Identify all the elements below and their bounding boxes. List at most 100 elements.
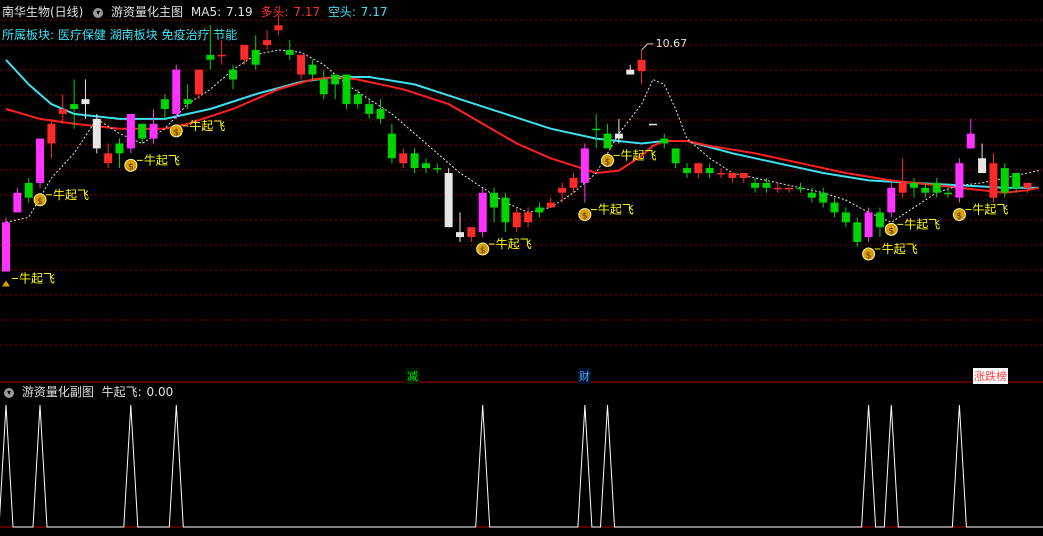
candle-body (81, 99, 90, 105)
candle-body (660, 138, 669, 144)
candle-body (399, 153, 408, 164)
money-bag-glyph: $ (605, 157, 611, 167)
tag-cai[interactable]: 财 (578, 368, 591, 384)
candle-body (558, 187, 567, 193)
signal-label: 牛起飞 (144, 152, 180, 167)
candle-body (864, 212, 873, 238)
candle-body (569, 177, 578, 188)
candle-body (319, 79, 328, 95)
candle-body (773, 187, 782, 190)
candle-body (648, 123, 657, 126)
signal-spike-line (0, 404, 1043, 528)
candle-body (70, 104, 79, 110)
candle-body (501, 197, 510, 223)
candle-body (887, 187, 896, 213)
candle-body (421, 163, 430, 169)
candle-body (444, 173, 453, 228)
candle-body (1012, 173, 1021, 188)
candle-body (592, 128, 601, 131)
candle-body (728, 173, 737, 178)
candle-body (717, 173, 726, 175)
candle-body (944, 192, 953, 195)
candle-body (297, 54, 306, 75)
candle-body (978, 158, 987, 174)
candle-body (875, 212, 884, 228)
money-bag-glyph: $ (173, 128, 179, 138)
signal-arrow-icon (2, 280, 10, 287)
candle-body (739, 173, 748, 178)
candle-body (353, 94, 362, 105)
candle-body (251, 49, 260, 65)
candle-body (285, 49, 294, 55)
candle-body (785, 187, 794, 190)
candle-body (149, 123, 158, 139)
candle-body (853, 222, 862, 242)
candle-body (614, 133, 623, 139)
candle-body (637, 59, 646, 72)
candle-body (796, 187, 805, 190)
candle-body (456, 232, 464, 238)
signal-label: 牛起飞 (621, 147, 657, 162)
signal-label: 牛起飞 (19, 271, 55, 286)
signal-label: 牛起飞 (882, 241, 918, 256)
candle-body (694, 163, 703, 174)
candle-body (898, 182, 907, 193)
tag-zhangdie[interactable]: 涨跌榜 (973, 368, 1008, 384)
candle-body (989, 163, 998, 198)
candle-body (512, 212, 521, 228)
candle-body (762, 182, 771, 188)
money-bag-glyph: $ (582, 212, 588, 222)
candle-body (478, 192, 487, 233)
tag-jian[interactable]: 减 (406, 368, 419, 384)
candle-body (841, 212, 850, 223)
signal-label: 牛起飞 (972, 202, 1008, 217)
candle-body (603, 133, 612, 149)
money-bag-glyph: $ (957, 212, 963, 222)
sub-chart[interactable] (0, 383, 1043, 536)
candle-body (819, 192, 828, 203)
ma-cyan-line (5, 59, 1039, 189)
candle-body (240, 45, 249, 60)
candle-body (308, 64, 317, 75)
candle-body (683, 168, 691, 174)
candle-body (217, 54, 226, 57)
candle-body (263, 40, 272, 45)
ma-red-line (5, 75, 1040, 194)
signal-label: 牛起飞 (904, 216, 940, 231)
candle-body (955, 163, 964, 198)
signal-label: 牛起飞 (53, 187, 89, 202)
candle-body (546, 202, 555, 208)
candle-body (1023, 182, 1032, 188)
candle-body (626, 69, 635, 75)
money-bag-glyph: $ (866, 251, 872, 261)
candle-body (932, 182, 941, 193)
candle-body (138, 123, 147, 139)
candle-body (342, 74, 351, 105)
candle-body (13, 192, 22, 213)
candle-body (2, 222, 10, 272)
candle-body (490, 192, 499, 208)
money-bag-glyph: $ (480, 246, 486, 256)
candle-body (194, 69, 203, 95)
candle-body (524, 212, 533, 223)
candle-body (966, 133, 975, 149)
money-bag-glyph: $ (128, 162, 134, 172)
candle-body (183, 99, 192, 105)
signal-label: 牛起飞 (189, 118, 225, 133)
main-chart[interactable]: 10.67 牛起飞 $ 牛起飞 $ 牛起飞 $ 牛起飞 $ 牛起飞 $ 牛起飞 $ 牛起飞 $ 牛起飞 $ 牛起飞… (0, 0, 1043, 383)
high-marker-label: 10.67 (656, 37, 688, 50)
candle-body (104, 153, 113, 164)
candle-body (160, 99, 169, 110)
candle-body (206, 54, 215, 60)
candle-body (830, 202, 839, 213)
candle-body (365, 104, 374, 114)
candle-body (705, 168, 714, 174)
money-bag-glyph: $ (37, 197, 43, 207)
candle-body (910, 182, 918, 188)
candle-body (274, 25, 283, 31)
candle-body (36, 138, 45, 183)
candle-body (410, 153, 419, 169)
signal-label: 牛起飞 (496, 236, 532, 251)
candle-body (387, 133, 396, 159)
candle-body (126, 113, 135, 149)
